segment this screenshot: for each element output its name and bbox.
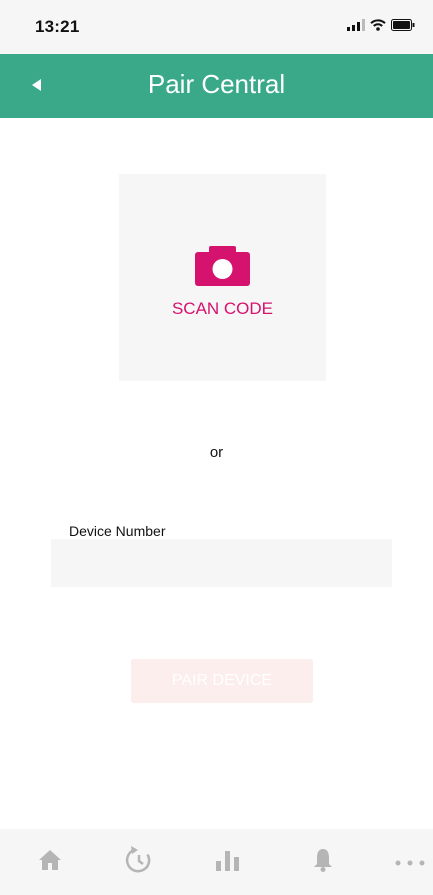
home-icon (38, 849, 62, 876)
device-number-input[interactable] (51, 539, 392, 587)
camera-icon (195, 246, 250, 286)
tab-bar (0, 829, 433, 895)
wifi-icon (370, 18, 386, 36)
device-number-label: Device Number (69, 523, 166, 539)
pair-device-button[interactable]: PAIR DEVICE (131, 659, 313, 703)
scan-code-label: SCAN CODE (171, 299, 274, 318)
tab-more[interactable] (393, 847, 427, 877)
status-time: 13:21 (35, 17, 80, 36)
battery-icon (391, 18, 415, 36)
or-separator: or (209, 444, 224, 461)
page-title: Pair Central (147, 69, 286, 99)
chart-icon (215, 849, 241, 876)
tab-notifications[interactable] (306, 847, 340, 877)
scan-code-button[interactable]: SCAN CODE (119, 174, 326, 381)
tab-stats[interactable] (211, 847, 245, 877)
status-icons (347, 18, 415, 36)
status-bar: 13:21 (0, 0, 433, 54)
tab-home[interactable] (33, 847, 67, 877)
signal-icon (347, 18, 365, 36)
tab-history[interactable] (122, 845, 156, 879)
header: Pair Central (0, 54, 433, 118)
history-icon (125, 845, 153, 879)
bell-icon (313, 848, 333, 877)
more-icon (395, 853, 425, 871)
